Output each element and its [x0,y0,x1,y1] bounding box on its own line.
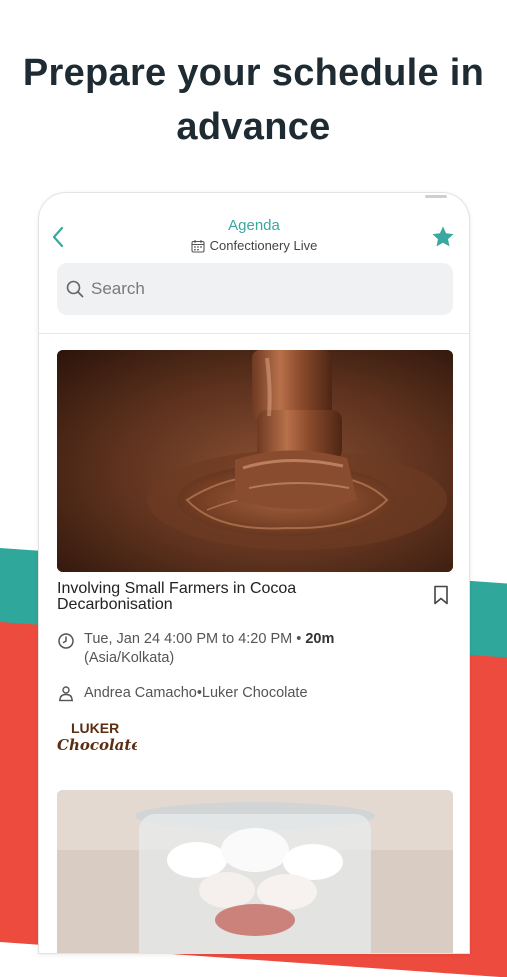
sponsor-logo: LUKER Chocolate [57,717,141,757]
chevron-left-icon [52,226,64,248]
session-datetime: Tue, Jan 24 4:00 PM to 4:20 PM [84,631,293,647]
speaker-name[interactable]: Andrea Camacho [84,684,197,703]
logo-text-top: LUKER [71,720,119,736]
time-separator: • [292,631,306,647]
event-subtitle: Confectionery Live [119,238,389,253]
speaker-icon [59,685,73,701]
event-name: Confectionery Live [209,238,318,253]
session-card-image-2[interactable] [57,790,453,953]
speaker-company: Luker Chocolate [201,685,308,701]
session-time: Tue, Jan 24 4:00 PM to 4:20 PM • 20m (As… [84,630,334,668]
session-duration: 20m [305,631,335,647]
phone-frame: Agenda Confectionery Live Search Involvi… [38,192,470,954]
page-title: Agenda [228,217,280,234]
promo-headline-line1: Prepare your schedule in [22,52,485,94]
search-input[interactable] [89,278,433,300]
search-icon [65,279,85,299]
session-card[interactable]: Involving Small Farmers in Cocoa Decarbo… [57,350,453,757]
session-time-row: Tue, Jan 24 4:00 PM to 4:20 PM • 20m (As… [57,630,453,668]
session-timezone: (Asia/Kolkata) [84,650,175,666]
session-title[interactable]: Involving Small Farmers in Cocoa Decarbo… [57,581,397,613]
bookmark-button[interactable] [433,585,451,607]
bookmark-icon [434,585,448,605]
logo-text-bottom: Chocolate [57,736,137,754]
header-title-block: Agenda Confectionery Live [119,217,389,253]
session-title-row: Involving Small Farmers in Cocoa Decarbo… [57,581,453,613]
favorite-button[interactable] [431,225,455,249]
clock-icon [58,633,74,649]
calendar-icon [191,239,205,253]
promo-headline: Prepare your schedule in advance [0,46,507,154]
session-speaker-row: Andrea Camacho • Luker Chocolate [57,684,453,703]
session-image [57,350,453,572]
promo-headline-line2: advance [176,106,331,148]
back-button[interactable] [47,223,69,251]
star-icon [432,226,454,247]
search-bar[interactable] [57,263,453,315]
agenda-header: Agenda Confectionery Live [39,193,469,334]
